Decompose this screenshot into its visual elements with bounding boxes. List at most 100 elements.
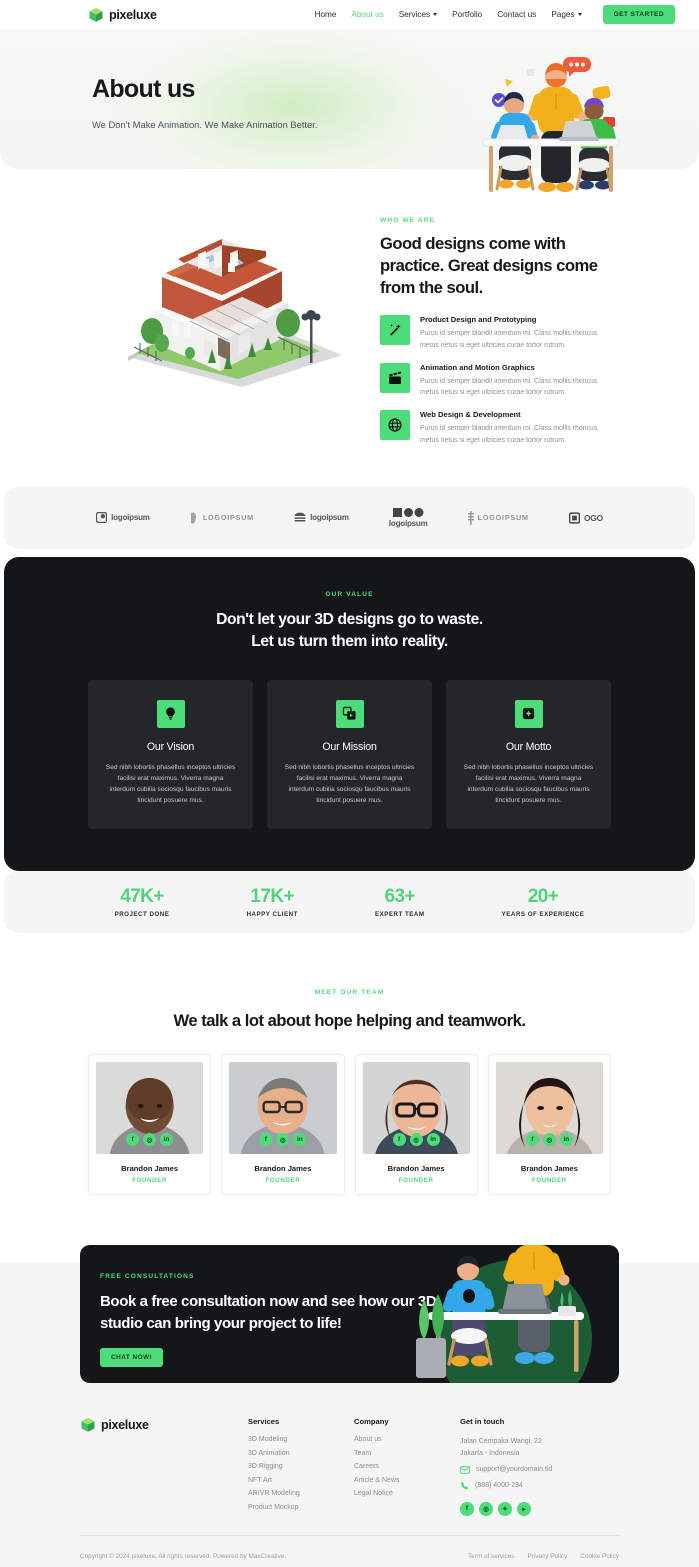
footer-link-arvr-modeling[interactable]: AR/VR Modeling (248, 1490, 354, 1497)
nav-item-contact-us[interactable]: Contact us (497, 10, 536, 19)
footer-link-article-news[interactable]: Article & News (354, 1477, 460, 1484)
linkedin-icon[interactable]: in (160, 1133, 174, 1147)
team-card[interactable]: f ◎ in Brandon James FOUNDER (88, 1054, 212, 1196)
nav-item-home[interactable]: Home (315, 10, 337, 19)
phone-row[interactable]: (888) 4000-234 (460, 1481, 552, 1490)
client-logo: OGO (568, 512, 603, 524)
logo-mark-icon (467, 510, 474, 525)
social-links: f ◎ in (96, 1133, 203, 1147)
email-row[interactable]: support@yourdomain.tld (460, 1466, 552, 1474)
stat-item: 47K+ PROJECT DONE (115, 886, 170, 918)
footer-col-title: Services (248, 1417, 280, 1427)
clapperboard-icon (380, 362, 410, 393)
linkedin-icon[interactable]: in (559, 1133, 573, 1147)
avatar: f ◎ in (495, 1062, 603, 1155)
team-grid: f ◎ in Brandon James FOUNDER f ◎ in Bran… (0, 1054, 699, 1196)
feature-title: Animation and Motion Graphics (420, 362, 535, 372)
site-header: pixeluxe Home About us Services Portfoli… (0, 0, 699, 29)
legal-link-term-of-services[interactable]: Term of services (468, 1553, 515, 1560)
legal-link-cookie-policy[interactable]: Cookie Policy (580, 1553, 619, 1560)
phone-icon (461, 1481, 469, 1490)
stat-value: 47K+ (120, 885, 164, 907)
linkedin-icon[interactable]: in (426, 1133, 440, 1147)
team-card[interactable]: f ◎ in Brandon James FOUNDER (354, 1054, 478, 1196)
facebook-icon[interactable]: f (460, 1501, 474, 1516)
nav-item-portfolio[interactable]: Portfolio (452, 10, 482, 19)
team-card[interactable]: f ◎ in Brandon James FOUNDER (487, 1054, 611, 1196)
team-member-role: FOUNDER (265, 1177, 301, 1185)
footer-link-product-mockup[interactable]: Product Mockup (248, 1504, 354, 1511)
section-heading: Don't let your 3D designs go to waste. L… (4, 609, 695, 654)
footer-brand[interactable]: pixeluxe (80, 1417, 248, 1517)
value-card-title: Our Vision (146, 740, 195, 753)
nav-item-about-us[interactable]: About us (351, 10, 383, 19)
hero-section: About us We Don't Make Animation. We Mak… (0, 29, 699, 192)
logo-mark-icon (96, 512, 108, 524)
stat-value: 20+ (527, 885, 559, 907)
instagram-icon[interactable]: ◎ (542, 1133, 556, 1147)
footer-link-careers[interactable]: Careers (354, 1463, 460, 1470)
footer-link-3d-animation[interactable]: 3D Animation (248, 1450, 354, 1457)
twitter-icon[interactable]: ✦ (498, 1501, 512, 1516)
green-cube-logo-icon (88, 7, 104, 23)
brand-logo[interactable]: pixeluxe (88, 7, 157, 23)
chevron-down-icon (433, 13, 438, 16)
footer-link-3d-modeling[interactable]: 3D Modeling (248, 1436, 354, 1443)
nav-item-pages[interactable]: Pages (551, 10, 582, 19)
stat-label: PROJECT DONE (114, 910, 170, 918)
footer-link-legal-notice[interactable]: Legal Notice (354, 1490, 460, 1497)
team-section: MEET OUR TEAM We talk a lot about hope h… (0, 933, 699, 1196)
who-we-are-section: WHO WE ARE Good designs come with practi… (0, 169, 699, 487)
copyright-text: Copyright © 2024 pixeluxe, All rights re… (80, 1553, 287, 1561)
footer-bottom-bar: Copyright © 2024 pixeluxe, All rights re… (80, 1535, 619, 1567)
logo-mark-icon (294, 512, 306, 522)
footer-logo[interactable]: pixeluxe (80, 1417, 248, 1433)
nav-item-services[interactable]: Services (399, 10, 438, 19)
wand-sparkle-icon (380, 315, 410, 346)
footer-link-about-us[interactable]: About us (354, 1436, 460, 1443)
email-text: support@yourdomain.tld (476, 1466, 553, 1474)
instagram-icon[interactable]: ◎ (409, 1133, 423, 1147)
facebook-icon[interactable]: f (259, 1133, 273, 1147)
value-card-text: Sed nibh lobortis phasellus inceptos ult… (284, 763, 415, 805)
avatar: f ◎ in (229, 1062, 337, 1155)
footer-link-team[interactable]: Team (354, 1450, 460, 1457)
site-footer: pixeluxe Services 3D Modeling 3D Animati… (0, 1395, 699, 1567)
youtube-icon[interactable]: ▸ (517, 1501, 531, 1516)
facebook-icon[interactable]: f (525, 1133, 539, 1147)
cta-illustration (394, 1245, 619, 1384)
team-member-name: Brandon James (520, 1164, 578, 1174)
feature-item: Animation and Motion Graphics Purus id s… (380, 362, 619, 399)
stat-value: 17K+ (250, 885, 294, 907)
value-card-title: Our Mission (322, 740, 377, 753)
value-card-text: Sed nibh lobortis phasellus inceptos ult… (463, 763, 594, 805)
brand-name: pixeluxe (109, 7, 157, 22)
logo-mark-icon (190, 512, 196, 523)
instagram-icon[interactable]: ◎ (143, 1133, 157, 1147)
legal-link-privacy-policy[interactable]: Privacy Policy (528, 1553, 568, 1560)
footer-col-title: Get in touch (460, 1417, 505, 1427)
facebook-icon[interactable]: f (126, 1133, 140, 1147)
instagram-icon[interactable]: ◎ (276, 1133, 290, 1147)
facebook-icon[interactable]: f (392, 1133, 406, 1147)
instagram-icon[interactable]: ◎ (479, 1501, 493, 1516)
social-links: f ◎ in (496, 1133, 603, 1147)
feature-list: Product Design and Prototyping Purus id … (380, 315, 619, 446)
page-root: pixeluxe Home About us Services Portfoli… (0, 0, 699, 1567)
hero-illustration (465, 51, 641, 213)
footer-col-title: Company (354, 1417, 389, 1427)
client-logo-text: LOGOIPSUM (477, 513, 529, 523)
footer-link-3d-rigging[interactable]: 3D Rigging (248, 1463, 354, 1470)
linkedin-icon[interactable]: in (293, 1133, 307, 1147)
get-started-button[interactable]: GET STARTED (602, 5, 675, 24)
stats-section: 47K+ PROJECT DONE 17K+ HAPPY CLIENT 63+ … (4, 870, 695, 933)
client-logo: logoipsum (294, 512, 349, 523)
address-line-2: Jakarta - Indonesia (460, 1449, 520, 1457)
stat-item: 17K+ HAPPY CLIENT (247, 886, 298, 918)
footer-link-nft-art[interactable]: NFT Art (248, 1477, 354, 1484)
chat-now-button[interactable]: CHAT NOW! (100, 1347, 164, 1367)
chevron-down-icon (577, 13, 582, 16)
client-logo: logoipsum (389, 507, 428, 528)
team-card[interactable]: f ◎ in Brandon James FOUNDER (221, 1054, 345, 1196)
logo-mark-icon (568, 512, 580, 524)
